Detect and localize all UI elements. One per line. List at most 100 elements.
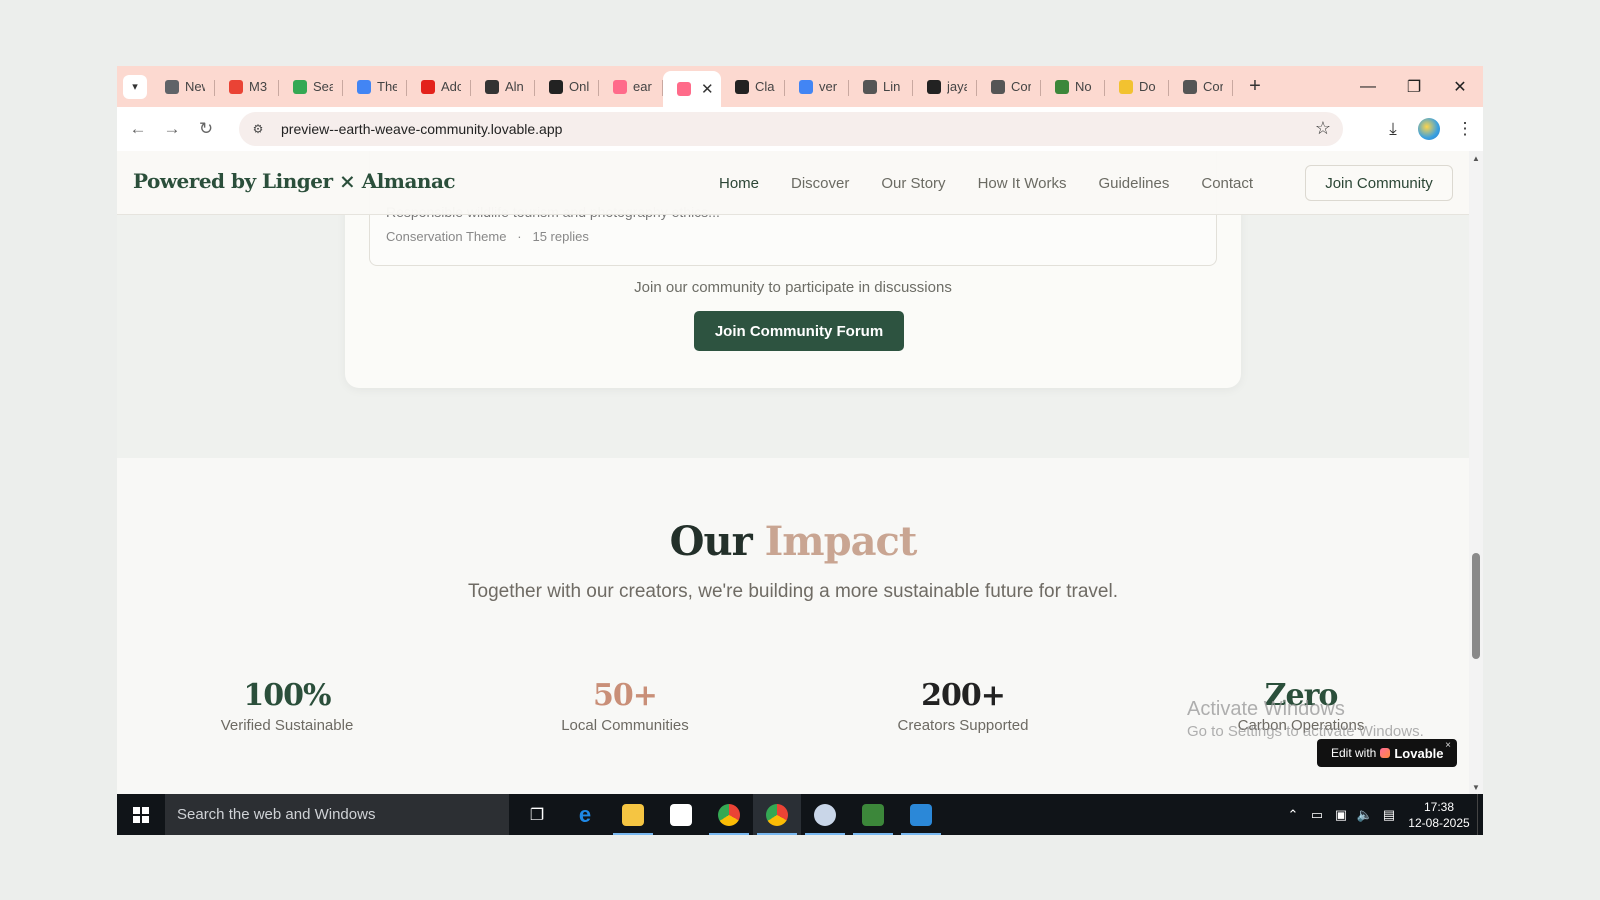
browser-tab[interactable]: ear <box>599 70 663 104</box>
edit-with-lovable-badge[interactable]: Edit with Lovable × <box>1317 739 1457 767</box>
browser-tab[interactable]: Cla <box>721 70 785 104</box>
window-controls: — ❐ ✕ <box>1345 66 1483 107</box>
browser-tab[interactable]: jaya <box>913 70 977 104</box>
taskbar-apps: ❐ e <box>513 794 945 835</box>
page-scrollbar[interactable]: ▲ ▼ <box>1469 151 1483 794</box>
scroll-down-icon[interactable]: ▼ <box>1469 780 1483 794</box>
browser-tab[interactable]: Cor <box>1169 70 1233 104</box>
tab-label: Cor <box>1011 79 1031 94</box>
nav-home[interactable]: Home <box>719 175 759 192</box>
site-nav: Home Discover Our Story How It Works Gui… <box>719 151 1285 215</box>
new-tab-plus-icon[interactable]: + <box>1241 73 1269 101</box>
reload-icon[interactable]: ↻ <box>189 112 223 146</box>
taskbar-search-input[interactable]: Search the web and Windows <box>165 794 509 835</box>
forward-arrow-icon[interactable]: → <box>155 112 189 146</box>
stat-label: Creators Supported <box>897 717 1029 734</box>
nav-how-it-works[interactable]: How It Works <box>978 175 1067 192</box>
tab-label: Cla <box>755 79 775 94</box>
stat-value: 50+ <box>593 678 658 713</box>
browser-tab[interactable]: Lin <box>849 70 913 104</box>
file-explorer-icon[interactable] <box>609 794 657 835</box>
browser-tab[interactable]: Cor <box>977 70 1041 104</box>
d-icon <box>549 79 563 94</box>
docs-icon <box>357 79 371 94</box>
nav-discover[interactable]: Discover <box>791 175 849 192</box>
back-arrow-icon[interactable]: ← <box>121 112 155 146</box>
nav-contact[interactable]: Contact <box>1201 175 1253 192</box>
profile-avatar[interactable] <box>1411 111 1447 147</box>
tab-label: Adc <box>441 79 461 94</box>
stat-value: 200+ <box>921 678 1006 713</box>
node-taskbar-icon[interactable] <box>849 794 897 835</box>
menu-kebab-icon[interactable]: ⋮ <box>1447 111 1483 147</box>
avatar <box>1418 118 1440 140</box>
task-view-icon[interactable]: ❐ <box>513 794 561 835</box>
chrome-active-taskbar-icon[interactable] <box>753 794 801 835</box>
gmail-icon <box>229 79 243 94</box>
url-text[interactable]: preview--earth-weave-community.lovable.a… <box>281 121 562 137</box>
nav-our-story[interactable]: Our Story <box>881 175 945 192</box>
site-info-icon[interactable]: ⚙ <box>247 118 269 140</box>
tab-label: The <box>377 79 397 94</box>
tab-search-chevron-icon[interactable]: ▾ <box>123 74 147 99</box>
globe-icon <box>1183 79 1197 94</box>
globe-icon <box>863 79 877 94</box>
battery-icon[interactable]: ▭ <box>1305 807 1329 823</box>
tab-active[interactable]: ✕ <box>663 71 721 107</box>
edge-icon[interactable]: e <box>561 794 609 835</box>
tray-chevron-icon[interactable]: ⌃ <box>1281 807 1305 823</box>
browser-tab[interactable]: Aln <box>471 70 535 104</box>
browser-toolbar: ← → ↻ ⚙ preview--earth-weave-community.l… <box>117 107 1483 151</box>
stat-value: 100% <box>243 678 331 713</box>
minimize-icon[interactable]: — <box>1345 66 1391 107</box>
activate-windows-watermark: Activate Windows Go to Settings to activ… <box>1187 698 1424 740</box>
tab-label: M3 <box>249 79 268 94</box>
browser-tab[interactable]: Do <box>1105 70 1169 104</box>
paint-icon[interactable] <box>801 794 849 835</box>
volume-icon[interactable]: 🔈 <box>1353 807 1377 823</box>
tab-close-icon[interactable]: ✕ <box>701 80 714 98</box>
join-community-button[interactable]: Join Community <box>1305 165 1453 201</box>
tab-label: ver <box>819 79 838 94</box>
lovable-close-icon[interactable]: × <box>1445 740 1451 751</box>
browser-tab[interactable]: The <box>343 70 407 104</box>
address-bar[interactable]: ⚙ preview--earth-weave-community.lovable… <box>239 112 1343 146</box>
drive-icon <box>293 79 307 94</box>
scroll-up-icon[interactable]: ▲ <box>1469 151 1483 165</box>
remote-desktop-icon[interactable] <box>897 794 945 835</box>
notifications-icon[interactable]: ▤ <box>1377 807 1401 823</box>
browser-tab[interactable]: No <box>1041 70 1105 104</box>
browser-tab[interactable]: M3 <box>215 70 279 104</box>
join-forum-button[interactable]: Join Community Forum <box>694 311 904 351</box>
tab-label: No <box>1075 79 1092 94</box>
store-icon[interactable] <box>657 794 705 835</box>
start-button[interactable] <box>117 794 165 835</box>
browser-tab[interactable]: New <box>151 70 215 104</box>
download-icon[interactable]: ⤓ <box>1375 111 1411 147</box>
scrollbar-thumb[interactable] <box>1472 553 1480 659</box>
close-window-icon[interactable]: ✕ <box>1437 66 1483 107</box>
show-desktop-button[interactable] <box>1477 794 1483 835</box>
stat-item: 100% Verified Sustainable <box>117 678 457 734</box>
thread-replies: 15 replies <box>532 229 589 244</box>
openai-icon <box>485 79 499 94</box>
browser-tab[interactable]: Onl <box>535 70 599 104</box>
windows-taskbar: Search the web and Windows ❐ e ⌃ ▭ ▣ 🔈 ▤… <box>117 794 1483 835</box>
browser-tab[interactable]: ver <box>785 70 849 104</box>
restore-icon[interactable]: ❐ <box>1391 66 1437 107</box>
meta-separator: · <box>510 229 529 244</box>
chrome-taskbar-icon[interactable] <box>705 794 753 835</box>
impact-title: Our Impact <box>117 518 1469 565</box>
nav-guidelines[interactable]: Guidelines <box>1098 175 1169 192</box>
browser-tab[interactable]: Sea <box>279 70 343 104</box>
site-brand[interactable]: Powered by Linger × Almanac <box>133 169 456 193</box>
bookmark-star-icon[interactable]: ☆ <box>1315 118 1331 139</box>
impact-title-part2: Impact <box>764 518 918 565</box>
tab-label: New <box>185 79 205 94</box>
network-icon[interactable]: ▣ <box>1329 807 1353 823</box>
impact-title-part1: Our <box>669 518 753 565</box>
windows-logo-icon <box>133 806 149 823</box>
browser-tab[interactable]: Adc <box>407 70 471 104</box>
taskbar-clock[interactable]: 17:38 12-08-2025 <box>1401 799 1477 831</box>
stat-label: Local Communities <box>561 717 689 734</box>
